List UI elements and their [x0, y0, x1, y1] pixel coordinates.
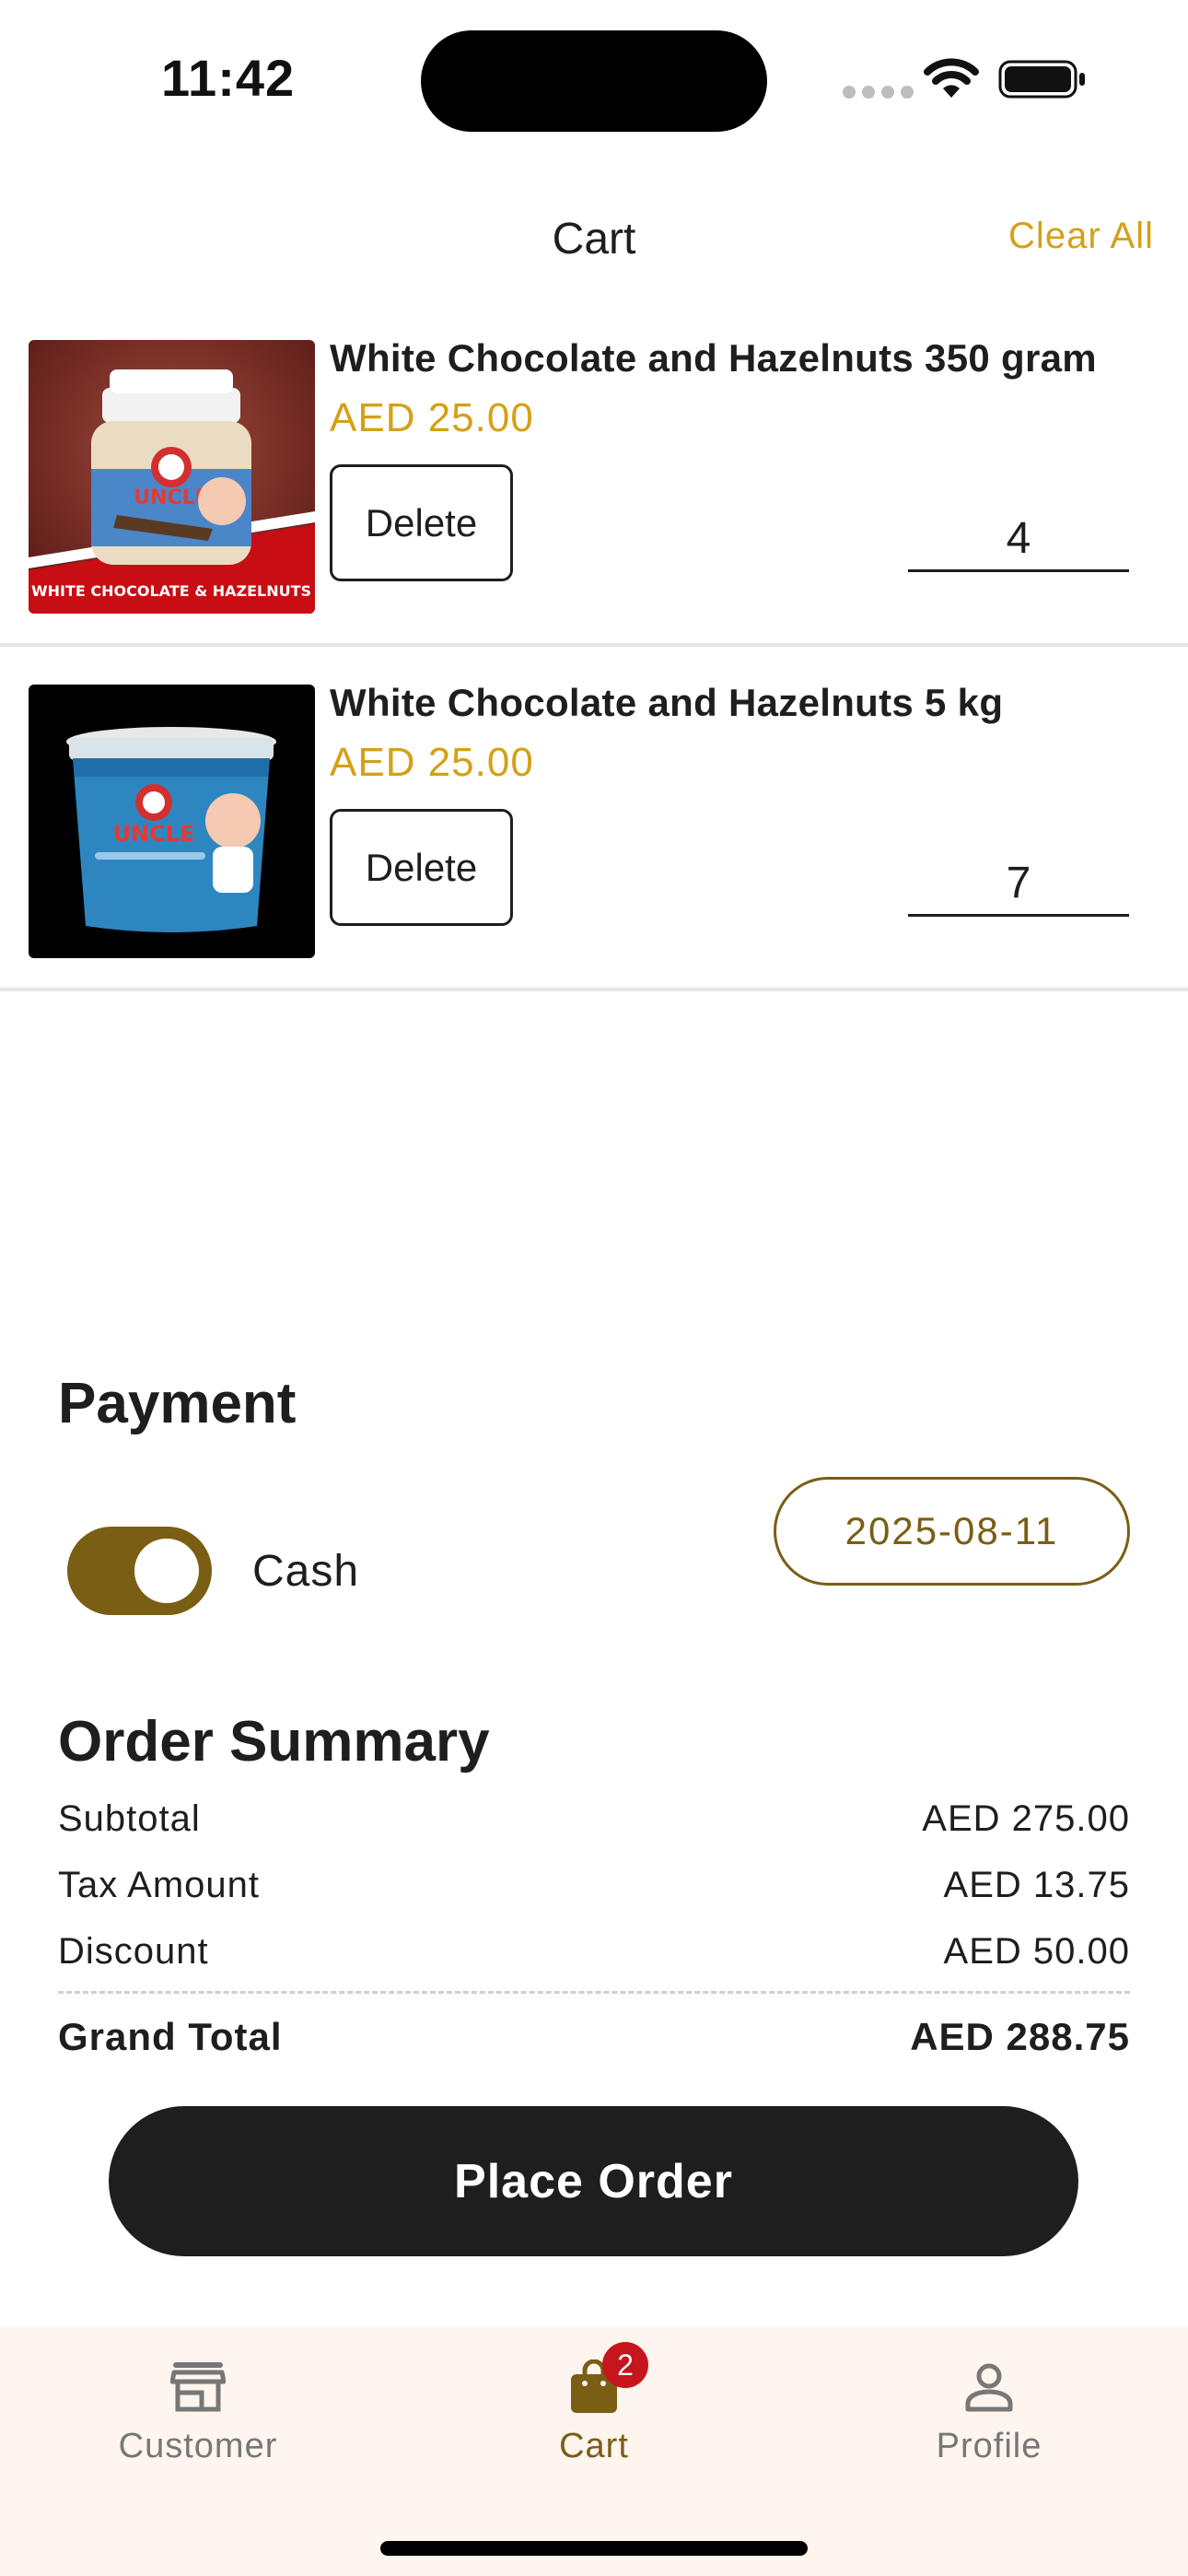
summary-label: Tax Amount — [58, 1865, 261, 1905]
cellular-signal-icon — [843, 86, 914, 99]
bottom-nav: Customer 2 Cart Profile — [0, 2327, 1188, 2576]
cash-toggle[interactable] — [67, 1527, 212, 1615]
dynamic-island — [421, 30, 767, 132]
product-name: White Chocolate and Hazelnuts 5 kg — [330, 681, 1004, 724]
grand-total-label: Grand Total — [58, 2015, 283, 2058]
summary-value: AED 13.75 — [943, 1865, 1130, 1905]
summary-value: AED 50.00 — [943, 1931, 1130, 1972]
nav-label: Customer — [118, 2427, 278, 2465]
summary-label: Discount — [58, 1931, 209, 1972]
status-time: 11:42 — [161, 49, 296, 107]
clear-all-button[interactable]: Clear All — [1008, 216, 1154, 257]
home-indicator — [380, 2541, 808, 2556]
payment-heading: Payment — [58, 1372, 297, 1435]
delete-button[interactable]: Delete — [330, 464, 513, 581]
nav-item-cart[interactable]: 2 Cart — [456, 2327, 732, 2466]
image-brand-text: UNCLE — [134, 486, 208, 509]
image-caption-text: WHITE CHOCOLATE & HAZELNUTS — [31, 582, 311, 600]
summary-row-tax: Tax Amount AED 13.75 — [58, 1865, 1130, 1906]
summary-row-subtotal: Subtotal AED 275.00 — [58, 1798, 1130, 1840]
status-bar: 11:42 — [0, 0, 1188, 157]
battery-icon — [998, 60, 1085, 99]
quantity-input[interactable]: 7 — [908, 856, 1129, 917]
product-image: UNCLE WHITE CHOCOLATE & HAZELNUTS — [29, 340, 315, 614]
summary-row-discount: Discount AED 50.00 — [58, 1931, 1130, 1973]
place-order-button[interactable]: Place Order — [109, 2106, 1078, 2256]
quantity-input[interactable]: 4 — [908, 511, 1129, 572]
product-image: UNCLE — [29, 685, 315, 958]
cart-count-badge: 2 — [602, 2342, 648, 2388]
wifi-icon — [924, 58, 979, 98]
cart-item: UNCLE WHITE CHOCOLATE & HAZELNUTS White … — [0, 301, 1188, 647]
date-picker-button[interactable]: 2025-08-11 — [774, 1477, 1130, 1586]
shopping-bag-icon: 2 — [562, 2342, 648, 2419]
order-summary-heading: Order Summary — [58, 1710, 490, 1774]
nav-label: Profile — [936, 2427, 1042, 2465]
store-icon — [166, 2355, 230, 2419]
summary-divider — [58, 1991, 1130, 1994]
product-price: AED 25.00 — [330, 395, 534, 440]
cart-item: UNCLE White Chocolate and Hazelnuts 5 kg… — [0, 646, 1188, 991]
toggle-knob — [134, 1539, 199, 1603]
summary-value: AED 275.00 — [922, 1798, 1130, 1839]
nav-item-profile[interactable]: Profile — [851, 2327, 1127, 2466]
grand-total-value: AED 288.75 — [910, 2015, 1130, 2058]
product-name: White Chocolate and Hazelnuts 350 gram — [330, 336, 1097, 380]
summary-label: Subtotal — [58, 1798, 201, 1839]
image-brand-text: UNCLE — [113, 821, 195, 847]
summary-row-grand-total: Grand Total AED 288.75 — [58, 2015, 1130, 2059]
payment-method-label: Cash — [252, 1547, 360, 1596]
person-icon — [957, 2355, 1021, 2419]
product-price: AED 25.00 — [330, 740, 534, 785]
delete-button[interactable]: Delete — [330, 809, 513, 926]
nav-label: Cart — [559, 2427, 629, 2465]
nav-item-customer[interactable]: Customer — [60, 2327, 336, 2466]
